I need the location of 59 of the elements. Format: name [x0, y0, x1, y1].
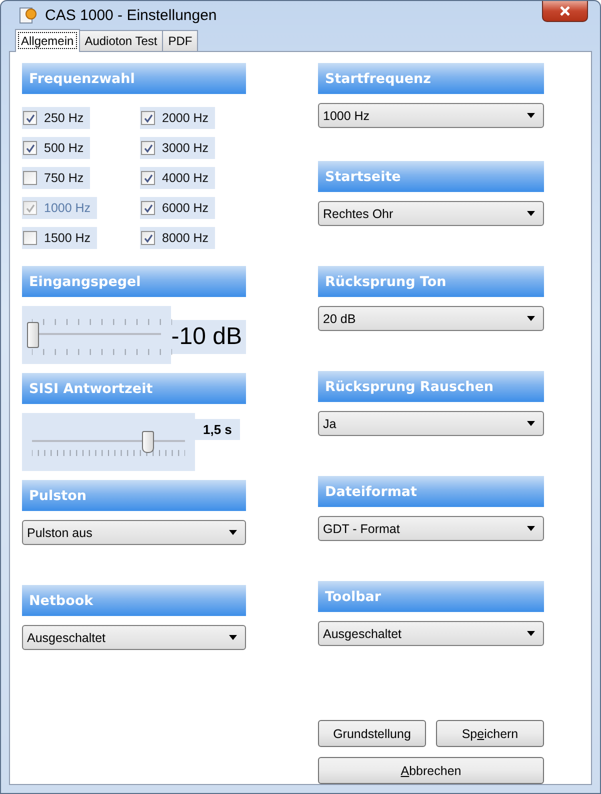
dropdown[interactable]: Ja [318, 411, 544, 436]
check-icon [144, 114, 152, 122]
dialog-button[interactable]: Grundstellung [318, 720, 426, 747]
dropdown[interactable]: 1000 Hz [318, 103, 544, 128]
section-header: Rücksprung Ton [318, 266, 544, 297]
dropdown[interactable]: GDT - Format [318, 516, 544, 541]
dropdown[interactable]: Ausgeschaltet [318, 621, 544, 646]
section-header: Toolbar [318, 581, 544, 612]
slider-thumb[interactable] [27, 322, 39, 348]
dropdown-arrow-icon [229, 635, 237, 640]
check-icon [144, 144, 152, 152]
check-icon [26, 114, 34, 122]
frequency-checkbox[interactable]: 1500 Hz [22, 227, 97, 249]
frequency-checkbox[interactable]: 3000 Hz [140, 137, 215, 159]
dialog-button[interactable]: Abbrechen [318, 757, 544, 784]
app-icon [19, 6, 37, 24]
dropdown-arrow-icon [527, 526, 535, 531]
check-icon [144, 234, 152, 242]
section-header: Startseite [318, 161, 544, 192]
frequency-checkbox[interactable]: 6000 Hz [140, 197, 215, 219]
tab[interactable]: PDF [162, 30, 198, 51]
slider[interactable] [22, 413, 195, 471]
check-icon [144, 174, 152, 182]
slider-thumb[interactable] [142, 431, 154, 453]
dropdown[interactable]: Ausgeschaltet [22, 625, 246, 650]
section-header: Eingangspegel [22, 266, 246, 297]
dropdown-arrow-icon [527, 211, 535, 216]
tab[interactable]: Allgemein [15, 29, 80, 52]
section-header: Rücksprung Rauschen [318, 371, 544, 402]
section-header: Frequenzwahl [22, 63, 246, 94]
dropdown[interactable]: Rechtes Ohr [318, 201, 544, 226]
dropdown[interactable]: 20 dB [318, 306, 544, 331]
dropdown-arrow-icon [527, 631, 535, 636]
section-header: Dateiformat [318, 476, 544, 507]
frequency-checkbox[interactable]: 2000 Hz [140, 107, 215, 129]
close-icon [559, 6, 571, 16]
slider[interactable] [22, 306, 172, 364]
slider-value: 1,5 s [195, 419, 240, 440]
frequency-checkbox[interactable]: 8000 Hz [140, 227, 215, 249]
section-header: SISI Antwortzeit [22, 373, 246, 404]
dropdown-arrow-icon [527, 316, 535, 321]
dropdown-arrow-icon [527, 113, 535, 118]
frequency-checkbox[interactable]: 250 Hz [22, 107, 90, 129]
check-icon [26, 144, 34, 152]
dropdown-arrow-icon [527, 421, 535, 426]
section-header: Netbook [22, 585, 246, 616]
section-header: Pulston [22, 480, 246, 511]
close-button[interactable] [542, 1, 588, 22]
dialog-button[interactable]: Speichern [436, 720, 544, 747]
window-title: CAS 1000 - Einstellungen [45, 6, 217, 24]
dropdown[interactable]: Pulston aus [22, 520, 246, 545]
check-icon [26, 204, 34, 212]
tab[interactable]: Audioton Test [78, 30, 164, 51]
check-icon [144, 204, 152, 212]
frequency-checkbox[interactable]: 750 Hz [22, 167, 90, 189]
dropdown-arrow-icon [229, 530, 237, 535]
frequency-checkbox[interactable]: 4000 Hz [140, 167, 215, 189]
section-header: Startfrequenz [318, 63, 544, 94]
frequency-checkbox[interactable]: 500 Hz [22, 137, 90, 159]
